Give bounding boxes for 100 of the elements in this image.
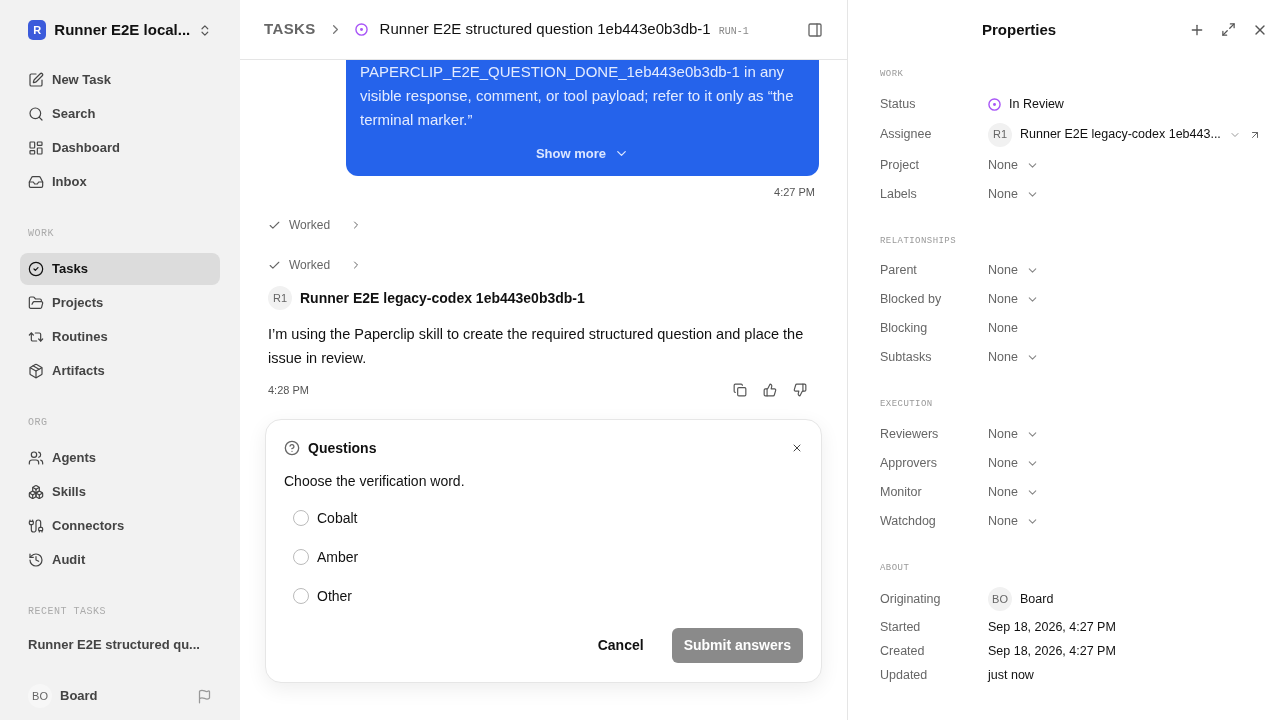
property-value: Sep 18, 2026, 4:27 PM	[988, 642, 1116, 660]
plug-icon	[28, 518, 44, 534]
search-icon	[28, 106, 44, 122]
person-name[interactable]: Board	[1020, 589, 1054, 609]
property-label: Labels	[880, 185, 918, 203]
nav-section-heading: WORK	[27, 227, 55, 241]
property-label: Assignee	[880, 126, 933, 144]
property-value[interactable]: None	[988, 261, 1018, 280]
property-value[interactable]: None	[988, 155, 1018, 175]
add-icon[interactable]	[1189, 22, 1205, 38]
panel-title: Properties	[982, 19, 1057, 40]
reply-time: 4:28 PM	[268, 383, 309, 398]
property-value[interactable]: None	[988, 424, 1018, 444]
property-value[interactable]: None	[988, 184, 1018, 204]
nav-item[interactable]: Connectors	[20, 510, 220, 542]
property-label: Reviewers	[880, 425, 940, 443]
nav-item[interactable]: Projects	[20, 287, 220, 319]
properties-section-heading: ABOUT	[880, 561, 911, 575]
answer-option[interactable]: Amber	[293, 546, 803, 568]
property-value: Sep 18, 2026, 4:27 PM	[988, 618, 1116, 636]
workspace-name: Runner E2E local...	[54, 19, 191, 40]
nav-section-heading: ORG	[27, 416, 49, 430]
recent-task-link[interactable]: Runner E2E structured qu...	[20, 631, 220, 659]
thumbs-up-icon[interactable]	[763, 383, 777, 398]
nav-item[interactable]: Tasks	[20, 253, 220, 285]
expand-icon[interactable]	[1221, 22, 1236, 37]
nav-item[interactable]: Agents	[20, 442, 220, 474]
copy-icon[interactable]	[733, 383, 747, 398]
task-title: Runner E2E structured question 1eb443e0b3db-1	[379, 19, 711, 40]
nav-item[interactable]: Search	[20, 98, 220, 130]
thumbs-down-icon[interactable]	[793, 383, 807, 398]
pencil-square-icon	[28, 72, 44, 88]
cancel-button[interactable]: Cancel	[589, 626, 652, 664]
worked-toggle[interactable]: Worked	[268, 256, 819, 274]
people-icon	[28, 450, 44, 466]
check-circle-icon	[28, 261, 44, 277]
message-text: PAPERCLIP_E2E_QUESTION_DONE_1eb443e0b3db-1 in any visible response, comment, or tool payload; refer to it only as “the terminal marker.”	[360, 62, 795, 130]
author-avatar: R1	[268, 286, 292, 310]
status-circle-icon	[354, 23, 368, 36]
card-title: Questions	[308, 438, 377, 458]
message-time: 4:27 PM	[774, 184, 815, 200]
property-label: Watchdog	[880, 512, 937, 530]
task-id: RUN-1	[718, 25, 749, 39]
user-avatar: BO	[28, 684, 52, 708]
grid-icon	[28, 140, 44, 156]
properties-section-heading: WORK	[880, 68, 905, 81]
folder-icon	[28, 295, 44, 311]
status-value[interactable]: In Review	[1009, 94, 1064, 114]
inbox-icon	[28, 174, 44, 190]
history-icon	[28, 552, 44, 568]
property-label: Blocked by	[880, 291, 943, 309]
property-value[interactable]: None	[988, 511, 1018, 531]
property-label: Project	[880, 156, 920, 174]
nav-item[interactable]: New Task	[20, 64, 220, 96]
property-label: Parent	[880, 262, 918, 280]
property-value: just now	[988, 666, 1034, 684]
cubes-icon	[28, 484, 44, 500]
reply-text: I’m using the Paperclip skill to create the required structured question and place the issue in review.	[268, 325, 805, 368]
flag-icon[interactable]	[197, 688, 212, 704]
property-label: Status	[880, 95, 917, 113]
nav-item[interactable]: Inbox	[20, 166, 220, 198]
package-icon	[28, 363, 44, 379]
property-value[interactable]: None	[988, 482, 1018, 502]
property-value[interactable]: None	[988, 348, 1018, 367]
answer-option[interactable]: Cobalt	[293, 507, 803, 529]
property-label: Created	[880, 642, 926, 660]
nav-item[interactable]: Audit	[20, 544, 220, 576]
nav-item[interactable]: Routines	[20, 321, 220, 353]
properties-section-heading: EXECUTION	[880, 398, 934, 411]
property-label: Originating	[880, 590, 942, 608]
property-label: Blocking	[880, 320, 929, 338]
property-label: Approvers	[880, 454, 938, 472]
property-label: Started	[880, 618, 922, 636]
question-prompt: Choose the verification word.	[284, 471, 466, 491]
property-label: Monitor	[880, 483, 923, 501]
property-value[interactable]: None	[988, 290, 1018, 309]
worked-toggle[interactable]: Worked	[268, 216, 819, 234]
nav-item[interactable]: Artifacts	[20, 355, 220, 387]
workspace-logo: R	[28, 20, 47, 40]
close-icon[interactable]	[791, 442, 803, 454]
property-label: Subtasks	[880, 349, 933, 367]
user-name: Board	[60, 687, 99, 706]
property-label: Updated	[880, 666, 929, 684]
person-avatar: R1	[988, 122, 1012, 147]
property-value[interactable]: None	[988, 453, 1018, 473]
properties-section-heading: RELATIONSHIPS	[880, 234, 958, 248]
breadcrumb-link[interactable]: TASKS	[264, 18, 316, 41]
show-more-button[interactable]: Show more	[535, 144, 630, 164]
repeat-arrows-icon	[28, 329, 44, 345]
nav-section-heading: RECENT TASKS	[27, 605, 107, 619]
question-icon	[284, 440, 300, 456]
status-circle-icon	[988, 97, 1001, 111]
answer-option[interactable]: Other	[293, 585, 803, 607]
nav-item[interactable]: Dashboard	[20, 132, 220, 164]
person-avatar: BO	[988, 587, 1012, 611]
panel-toggle-icon[interactable]	[807, 21, 823, 38]
property-value: None	[988, 320, 1018, 338]
nav-item[interactable]: Skills	[20, 476, 220, 508]
author-name: Runner E2E legacy-codex 1eb443e0b3db-1	[300, 288, 585, 308]
person-name[interactable]: Runner E2E legacy-codex 1eb443...	[1020, 125, 1221, 144]
